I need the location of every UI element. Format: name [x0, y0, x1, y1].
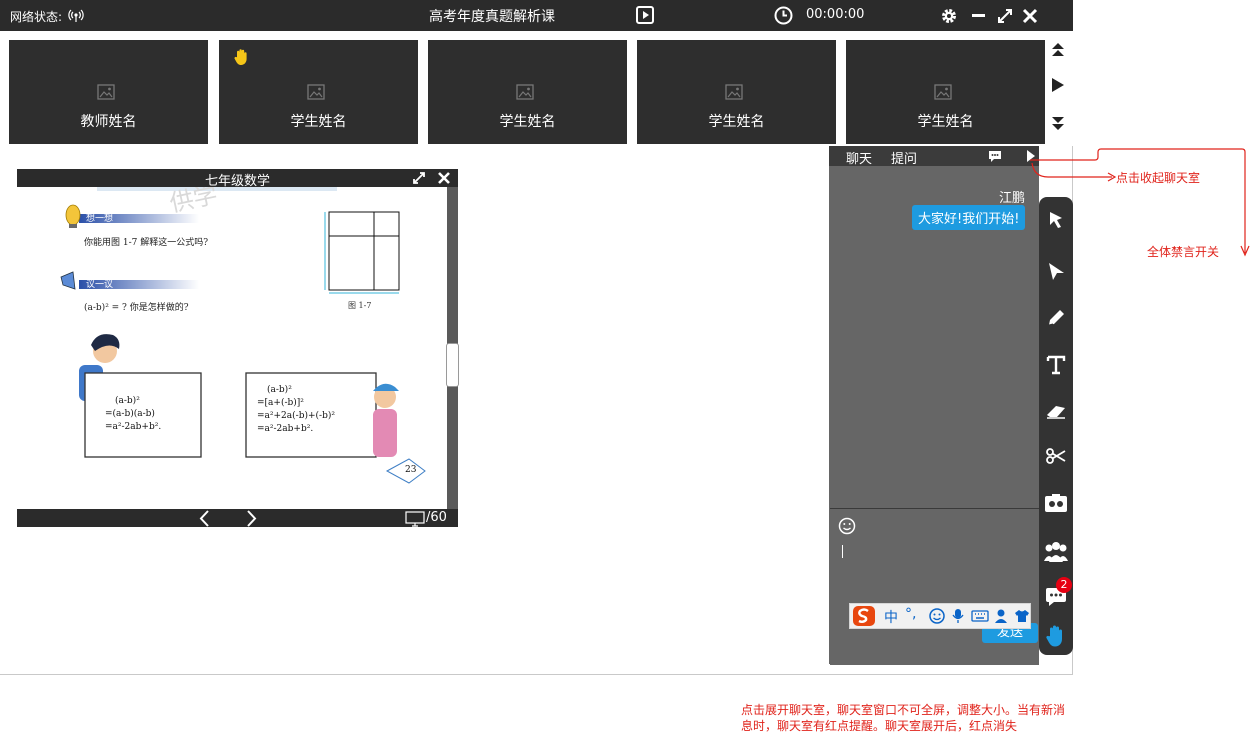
board-line: =[a+(-b)]²	[257, 398, 304, 408]
fullscreen-icon[interactable]	[997, 8, 1013, 24]
chat-bubble-icon[interactable]	[987, 149, 1003, 166]
doc-figure-caption: 图 1-7	[348, 301, 372, 310]
play-record-icon[interactable]	[636, 6, 654, 24]
annotation-mute-all: 全体禁言开关	[1147, 245, 1220, 259]
settings-icon[interactable]	[940, 7, 958, 25]
doc-page-badge: 23	[405, 465, 417, 475]
doc-discuss-text: (a-b)² = ? 你是怎样做的?	[84, 303, 189, 313]
page-total: /60	[426, 510, 447, 525]
video-tile-student[interactable]: 学生姓名	[637, 40, 836, 144]
scissors-tool-icon[interactable]	[1041, 441, 1071, 471]
scroll-bottom-icon[interactable]	[1050, 116, 1066, 135]
doc-think-text: 你能用图 1-7 解释这一公式吗?	[84, 238, 209, 248]
camera-tool-icon[interactable]	[1041, 488, 1071, 518]
annotation-note-line: 息时，聊天室有红点提醒。聊天室展开后，红点消失	[741, 719, 1018, 733]
ime-skin-icon[interactable]	[1014, 609, 1030, 626]
class-timer: 00:00:00	[806, 7, 865, 22]
image-placeholder-icon	[725, 84, 743, 100]
video-tile-student[interactable]: 学生姓名	[219, 40, 418, 144]
class-title: 高考年度真题解析课	[429, 9, 555, 25]
image-placeholder-icon	[516, 84, 534, 100]
sogou-logo-icon	[852, 605, 876, 630]
doc-board-left: (a-b)² =(a-b)(a-b) =a²-2ab+b².	[105, 395, 161, 434]
annotation-collapse-chat: 点击收起聊天室	[1116, 171, 1201, 185]
board-line: =a²-2ab+b².	[105, 422, 162, 432]
next-page-icon[interactable]	[246, 510, 258, 530]
raise-hand-tool-icon[interactable]	[1041, 621, 1071, 651]
close-icon[interactable]	[1022, 8, 1038, 24]
ime-punctuation-icon[interactable]: °,	[905, 606, 916, 622]
page-input-icon[interactable]	[405, 511, 425, 530]
tile-name-label: 教师姓名	[80, 114, 137, 130]
doc-discuss-heading: 议一议	[86, 280, 114, 290]
title-bar: 网络状态: 高考年度真题解析课 00:00:00	[0, 0, 1073, 31]
chat-tabs: 聊天 提问	[829, 146, 1039, 167]
ime-emoji-icon[interactable]	[929, 608, 945, 627]
text-cursor	[842, 545, 843, 558]
signal-icon	[68, 7, 84, 26]
doc-close-icon[interactable]	[437, 171, 451, 188]
tab-chat[interactable]: 聊天	[846, 148, 872, 167]
ime-voice-icon[interactable]	[952, 608, 964, 627]
doc-board-right: (a-b)² =[a+(-b)]² =a²+2a(-b)+(-b)² =a²-2…	[257, 384, 335, 436]
students-tool-icon[interactable]	[1041, 537, 1071, 567]
annotation-chat-note: 点击展开聊天室，聊天室窗口不可全屏，调整大小。当有新消 息时，聊天室有红点提醒。…	[741, 702, 1065, 734]
board-line: (a-b)²	[267, 385, 292, 395]
tile-name-label: 学生姓名	[917, 114, 974, 130]
tile-name-label: 学生姓名	[499, 114, 556, 130]
board-line: =a²-2ab+b².	[257, 424, 314, 434]
video-tile-student[interactable]: 学生姓名	[846, 40, 1045, 144]
text-tool-icon[interactable]	[1041, 350, 1071, 380]
board-line: (a-b)²	[115, 396, 140, 406]
document-viewer: 供学 想一想 你能用图 1-7 解释这一公式吗? 议一议 (a-b)² = ? …	[17, 169, 458, 527]
eraser-tool-icon[interactable]	[1041, 397, 1071, 427]
tab-question[interactable]: 提问	[891, 148, 917, 167]
document-header: 七年级数学	[17, 169, 458, 189]
prev-page-icon[interactable]	[198, 510, 210, 530]
ime-keyboard-icon[interactable]	[971, 610, 989, 625]
doc-fullscreen-icon[interactable]	[412, 171, 426, 188]
board-line: =a²+2a(-b)+(-b)²	[257, 411, 335, 421]
network-status-label: 网络状态:	[10, 10, 63, 24]
raise-hand-icon	[233, 48, 251, 69]
video-strip-controls	[1045, 35, 1073, 146]
minimize-icon[interactable]	[972, 14, 985, 17]
ime-toolbar: 中 °,	[849, 603, 1031, 629]
board-line: =(a-b)(a-b)	[105, 409, 155, 419]
tile-name-label: 学生姓名	[290, 114, 347, 130]
ime-user-icon[interactable]	[994, 608, 1010, 627]
video-tile-teacher[interactable]: 教师姓名	[9, 40, 208, 144]
ime-chinese-mode[interactable]: 中	[884, 607, 898, 627]
document-footer: /60	[17, 509, 458, 527]
unread-badge: 2	[1056, 577, 1072, 593]
video-tile-student[interactable]: 学生姓名	[428, 40, 627, 144]
message-bubble: 大家好!我们开始!	[912, 205, 1026, 230]
pen-tool-icon[interactable]	[1041, 303, 1071, 333]
document-title: 七年级数学	[204, 174, 270, 189]
image-placeholder-icon	[934, 84, 952, 100]
image-placeholder-icon	[307, 84, 325, 100]
emoji-icon[interactable]	[838, 517, 856, 538]
play-icon[interactable]	[1051, 77, 1065, 96]
annotation-note-line: 点击展开聊天室，聊天室窗口不可全屏，调整大小。当有新消	[741, 703, 1066, 717]
tile-name-label: 学生姓名	[708, 114, 765, 130]
image-placeholder-icon	[97, 84, 115, 100]
doc-think-heading: 想一想	[86, 214, 114, 224]
clock-icon	[774, 6, 793, 28]
doc-scroll-thumb[interactable]	[446, 343, 459, 387]
scroll-top-icon[interactable]	[1050, 41, 1066, 60]
